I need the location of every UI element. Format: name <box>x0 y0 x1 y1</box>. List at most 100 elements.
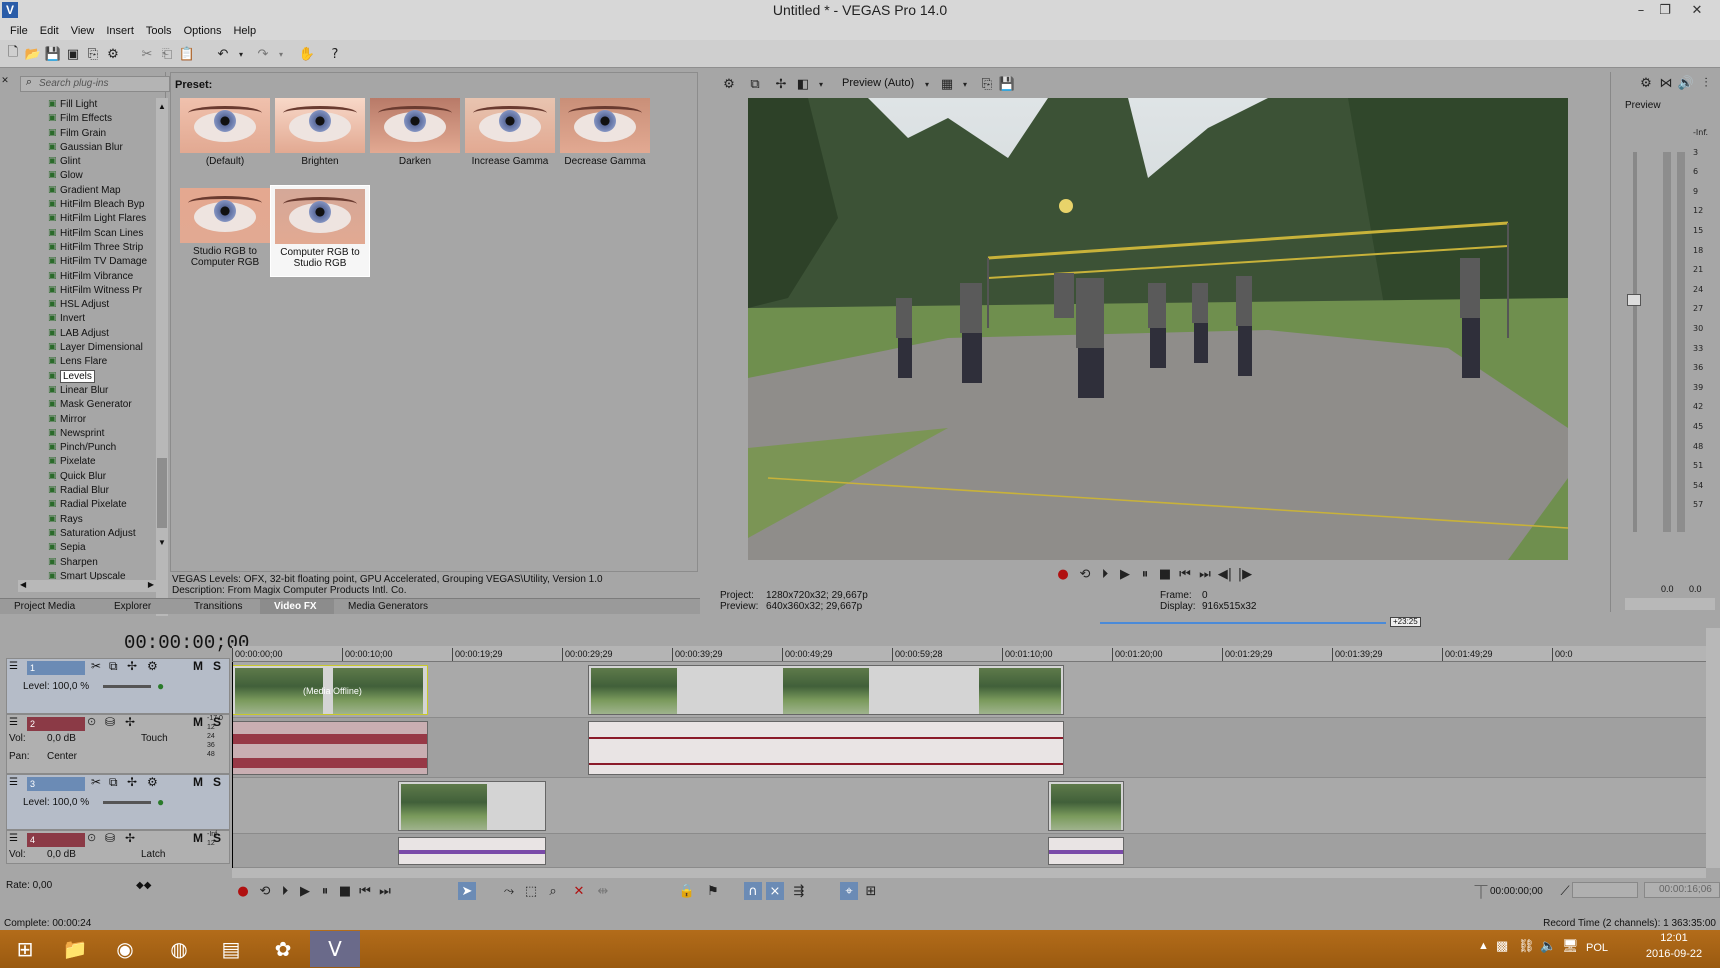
save-as-icon[interactable]: ▣ <box>64 45 82 63</box>
plugin-list-item[interactable]: ▣ Saturation Adjust <box>18 527 158 541</box>
save-snapshot-icon[interactable]: 💾 <box>998 75 1016 93</box>
record-icon[interactable]: ● <box>234 882 252 900</box>
master-hscrollbar[interactable] <box>1625 598 1715 610</box>
mute-button[interactable]: M <box>193 775 203 789</box>
minimize-button[interactable]: – <box>1628 0 1654 20</box>
plugin-list-item[interactable]: ▣ Quick Blur <box>18 470 158 484</box>
master-fader-track[interactable] <box>1633 152 1637 532</box>
ignore-grouping-icon[interactable]: ⊞ <box>862 882 880 900</box>
plugin-list-item[interactable]: ▣ Pixelate <box>18 455 158 469</box>
arm-record-icon[interactable]: ⊙ <box>87 831 96 844</box>
plugin-list-item[interactable]: ▣ HitFilm Light Flares <box>18 212 158 226</box>
overlays-chevron-icon[interactable]: ▾ <box>956 75 974 93</box>
menu-options[interactable]: Options <box>178 22 228 40</box>
quality-chevron-icon[interactable]: ▾ <box>918 75 936 93</box>
selection-tool-icon[interactable]: ⬚ <box>522 882 540 900</box>
plugin-list-item[interactable]: ▣ Layer Dimensional <box>18 341 158 355</box>
play-from-start-icon[interactable]: ⏵ <box>1096 565 1114 583</box>
preset-thumbnail[interactable]: Studio RGB to Computer RGB <box>175 185 275 277</box>
plugin-list-item[interactable]: ▣ Film Effects <box>18 112 158 126</box>
video-clip[interactable] <box>1048 781 1124 831</box>
master-settings-gear-icon[interactable]: ⚙ <box>1637 74 1655 92</box>
render-icon[interactable]: ⎘ <box>84 45 102 63</box>
trim-icon[interactable]: ⇹ <box>594 882 612 900</box>
preview-fx-icon[interactable]: ✢ <box>772 75 790 93</box>
play-icon[interactable]: ▶ <box>1116 565 1134 583</box>
audio-fx-icon[interactable]: ⛁ <box>105 831 115 845</box>
lock-icon[interactable]: 🔒 <box>678 882 696 900</box>
plugin-list-item[interactable]: ▣ Glint <box>18 155 158 169</box>
plugin-list-item[interactable]: ▣ Linear Blur <box>18 384 158 398</box>
track-collapse-icon[interactable]: ☰ <box>9 717 18 728</box>
track-header-video[interactable]: 1 ☰ ✂ ⧉ ✢ ⚙ Level: 100,0 % ● M S <box>6 658 230 714</box>
video-preview-frame[interactable] <box>748 98 1568 560</box>
pause-icon[interactable]: ⏸ <box>1136 565 1154 583</box>
help-pointer-icon[interactable]: ? <box>326 45 344 63</box>
plugin-list-item[interactable]: ▣ Sepia <box>18 541 158 555</box>
scroll-thumb[interactable] <box>157 458 167 528</box>
loop-playback-icon[interactable]: ⟲ <box>1076 565 1094 583</box>
audio-fx-icon[interactable]: ⛁ <box>105 715 115 729</box>
plugin-list-item[interactable]: ▣ Mask Generator <box>18 398 158 412</box>
previous-frame-icon[interactable]: ◀| <box>1216 565 1234 583</box>
timeline-vscrollbar[interactable] <box>1706 628 1720 868</box>
scroll-down-icon[interactable]: ▼ <box>157 538 167 548</box>
plugin-hscrollbar[interactable]: ◀ ▶ <box>18 580 156 592</box>
mixer-icon[interactable]: ⋈ <box>1657 74 1675 92</box>
composite-mode-icon[interactable]: ● <box>157 679 164 693</box>
auto-ripple-icon[interactable]: ⇶ <box>790 882 808 900</box>
preset-thumbnail[interactable]: Brighten <box>270 95 370 187</box>
track-motion-icon[interactable]: ✢ <box>127 659 137 673</box>
track-collapse-icon[interactable]: ☰ <box>9 833 18 844</box>
track-collapse-icon[interactable]: ☰ <box>9 661 18 672</box>
cursor-time[interactable]: 00:00:00;00 <box>1490 886 1543 897</box>
mute-button[interactable]: M <box>193 831 203 845</box>
video-clip[interactable]: (Media Offline) <box>232 665 428 715</box>
mute-button[interactable]: M <box>193 659 203 673</box>
stop-icon[interactable]: ■ <box>1156 565 1174 583</box>
redo-history-chevron-icon[interactable]: ▾ <box>272 45 290 63</box>
redo-icon[interactable]: ↷ <box>254 45 272 63</box>
lock-envelopes-icon[interactable]: ⌖ <box>840 882 858 900</box>
menu-help[interactable]: Help <box>227 22 262 40</box>
plugin-list-item[interactable]: ▣ Lens Flare <box>18 355 158 369</box>
solo-button[interactable]: S <box>213 715 221 729</box>
composite-mode-icon[interactable]: ● <box>157 795 164 809</box>
audio-clip[interactable] <box>588 721 1064 775</box>
playhead[interactable] <box>232 662 233 868</box>
properties-gear-icon[interactable]: ⚙ <box>104 45 122 63</box>
start-windows-icon[interactable]: ⊞ <box>0 931 50 967</box>
plugin-list-item[interactable]: ▣ HitFilm Witness Pr <box>18 284 158 298</box>
hand-tool-icon[interactable]: ✋ <box>298 45 316 63</box>
scroll-left-icon[interactable]: ◀ <box>20 580 26 589</box>
copy-icon[interactable]: ⎗ <box>158 45 176 63</box>
tool-icon[interactable]: ✿ <box>258 931 308 967</box>
track-motion-icon[interactable]: ✢ <box>127 775 137 789</box>
menu-view[interactable]: View <box>65 22 101 40</box>
track-settings-gear-icon[interactable]: ⚙ <box>147 659 158 673</box>
compositing-icon[interactable]: ⧉ <box>109 659 118 674</box>
input-language[interactable]: POL <box>1586 942 1608 954</box>
lane-video-1[interactable]: (Media Offline) <box>232 662 1706 718</box>
undo-history-chevron-icon[interactable]: ▾ <box>232 45 250 63</box>
track-collapse-icon[interactable]: ☰ <box>9 777 18 788</box>
lane-audio-4[interactable] <box>232 834 1706 868</box>
splitter[interactable]: +23:25 <box>0 616 1720 628</box>
mute-button[interactable]: M <box>193 715 203 729</box>
paste-icon[interactable]: 📋 <box>178 45 196 63</box>
go-to-end-icon[interactable]: ⏭ <box>1196 565 1214 583</box>
preset-thumbnail[interactable]: (Default) <box>175 95 275 187</box>
track-header-video[interactable]: 3 ☰ ✂ ⧉ ✢ ⚙ Level: 100,0 % ● M S <box>6 774 230 830</box>
audio-clip[interactable] <box>398 837 546 865</box>
tab-transitions[interactable]: Transitions <box>180 599 260 614</box>
tab-media-generators[interactable]: Media Generators <box>334 599 442 614</box>
go-to-start-icon[interactable]: ⏮ <box>1176 565 1194 583</box>
tab-explorer[interactable]: Explorer <box>100 599 180 614</box>
notepad-icon[interactable]: ▤ <box>206 931 256 967</box>
plugin-search-input[interactable]: Search plug-ins <box>20 76 170 92</box>
play-icon[interactable]: ▶ <box>296 882 314 900</box>
video-preview-settings-gear-icon[interactable]: ⚙ <box>720 75 738 93</box>
plugin-list-item[interactable]: ▣ Gaussian Blur <box>18 141 158 155</box>
tab-project-media[interactable]: Project Media <box>0 599 100 614</box>
overlays-grid-icon[interactable]: ▦ <box>938 75 956 93</box>
